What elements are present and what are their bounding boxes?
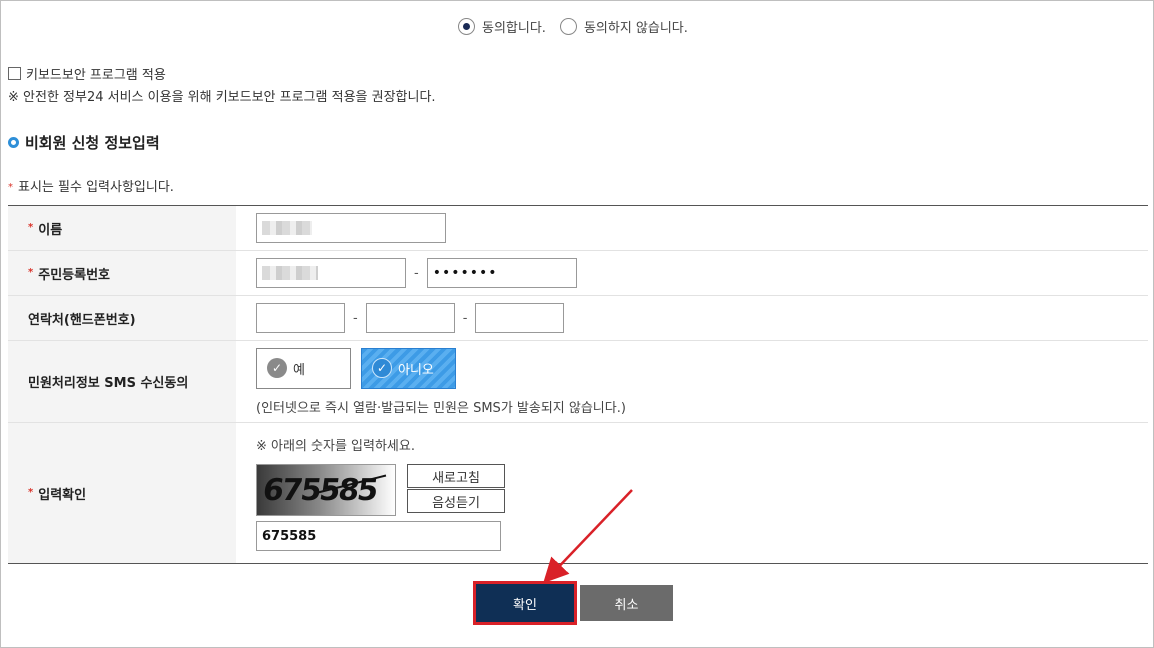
sms-yes-button[interactable]: ✓ 예 <box>256 347 351 389</box>
disagree-label: 동의하지 않습니다. <box>583 21 688 36</box>
radio-selected-icon <box>458 18 475 35</box>
section-title: 비회원 신청 정보입력 <box>25 134 160 152</box>
rrn-front-input[interactable] <box>256 258 406 288</box>
keyboard-security-label: 키보드보안 프로그램 적용 <box>26 68 166 83</box>
phone-dash: - <box>462 310 468 326</box>
agreement-radio-group: 동의합니다. 동의하지 않습니다. <box>458 17 702 36</box>
phone-part2-input[interactable] <box>365 303 455 333</box>
section-heading: 비회원 신청 정보입력 <box>8 132 160 153</box>
sms-header: 민원처리정보 SMS 수신동의 <box>8 341 236 422</box>
rrn-cell: - ••••••• <box>236 251 1148 295</box>
check-icon: ✓ <box>267 358 287 378</box>
confirm-button[interactable]: 확인 <box>473 581 577 625</box>
keyboard-security-note: ※ 안전한 정부24 서비스 이용을 위해 키보드보안 프로그램 적용을 권장합… <box>8 90 436 105</box>
name-header: * 이름 <box>8 206 236 250</box>
sms-note: (인터넷으로 즉시 열람·발급되는 민원은 SMS가 발송되지 않습니다.) <box>256 400 626 416</box>
masked-rrn-front-value <box>262 266 318 280</box>
refresh-captcha-button[interactable]: 새로고침 <box>407 464 505 488</box>
form-row-captcha: * 입력확인 ※ 아래의 숫자를 입력하세요. 675585 새로고침 음성듣기 … <box>8 423 1148 563</box>
form-row-sms: 민원처리정보 SMS 수신동의 ✓ 예 ✓ 아니오 (인터넷으로 즉시 열람·발… <box>8 341 1148 423</box>
form-row-phone: 연락처(핸드폰번호) - - <box>8 296 1148 341</box>
required-star-icon: * <box>28 486 34 498</box>
phone-part1-input[interactable] <box>256 303 345 333</box>
sms-no-label: 아니오 <box>398 362 434 378</box>
rrn-dash: - <box>414 265 419 281</box>
rrn-label: 주민등록번호 <box>38 267 110 283</box>
phone-cell: - - <box>236 296 1148 340</box>
name-label: 이름 <box>38 222 63 238</box>
agree-radio[interactable]: 동의합니다. <box>458 17 546 36</box>
sms-yes-label: 예 <box>293 362 305 378</box>
cancel-button[interactable]: 취소 <box>580 585 673 621</box>
radio-empty-icon <box>559 18 577 35</box>
captcha-row: 675585 새로고침 음성듣기 <box>256 464 505 516</box>
keyboard-security-option: 키보드보안 프로그램 적용 <box>8 64 166 83</box>
rrn-header: * 주민등록번호 <box>8 251 236 295</box>
phone-header: 연락처(핸드폰번호) <box>8 296 236 340</box>
agree-label: 동의합니다. <box>482 21 546 36</box>
keyboard-security-checkbox[interactable] <box>8 67 21 80</box>
required-star-icon: * <box>28 266 34 278</box>
sms-option-group: ✓ 예 ✓ 아니오 <box>256 347 456 389</box>
captcha-area: ※ 아래의 숫자를 입력하세요. 675585 새로고침 음성듣기 675585 <box>256 435 505 551</box>
captcha-label: 입력확인 <box>38 487 87 503</box>
required-star-icon: * <box>8 182 13 193</box>
check-icon: ✓ <box>372 358 392 378</box>
circle-bullet-icon <box>8 137 19 148</box>
applicant-form-table: * 이름 * 주민등록번호 - ••••••• 연락처(핸드폰번호) - - 민… <box>8 205 1148 564</box>
sms-label: 민원처리정보 SMS 수신동의 <box>28 376 189 391</box>
captcha-input[interactable]: 675585 <box>256 521 501 551</box>
phone-label: 연락처(핸드폰번호) <box>28 312 136 328</box>
required-note-text: 표시는 필수 입력사항입니다. <box>18 180 174 195</box>
captcha-header: * 입력확인 <box>8 423 236 563</box>
captcha-image: 675585 <box>256 464 396 516</box>
form-row-name: * 이름 <box>8 206 1148 251</box>
phone-dash: - <box>353 310 358 326</box>
sms-no-button[interactable]: ✓ 아니오 <box>361 347 456 389</box>
sms-cell: ✓ 예 ✓ 아니오 (인터넷으로 즉시 열람·발급되는 민원은 SMS가 발송되… <box>236 341 1148 422</box>
name-cell <box>236 206 1148 250</box>
captcha-buttons: 새로고침 음성듣기 <box>407 464 505 516</box>
phone-part3-input[interactable] <box>475 303 565 333</box>
form-row-rrn: * 주민등록번호 - ••••••• <box>8 251 1148 296</box>
rrn-back-input[interactable]: ••••••• <box>426 258 577 288</box>
captcha-cell: ※ 아래의 숫자를 입력하세요. 675585 새로고침 음성듣기 675585 <box>236 423 1148 563</box>
disagree-radio[interactable]: 동의하지 않습니다. <box>559 17 688 36</box>
masked-name-value <box>262 221 312 235</box>
captcha-hint: ※ 아래의 숫자를 입력하세요. <box>256 439 415 454</box>
required-star-icon: * <box>28 221 34 233</box>
required-note: * 표시는 필수 입력사항입니다. <box>8 176 174 195</box>
audio-captcha-button[interactable]: 음성듣기 <box>407 489 505 513</box>
name-input[interactable] <box>256 213 446 243</box>
